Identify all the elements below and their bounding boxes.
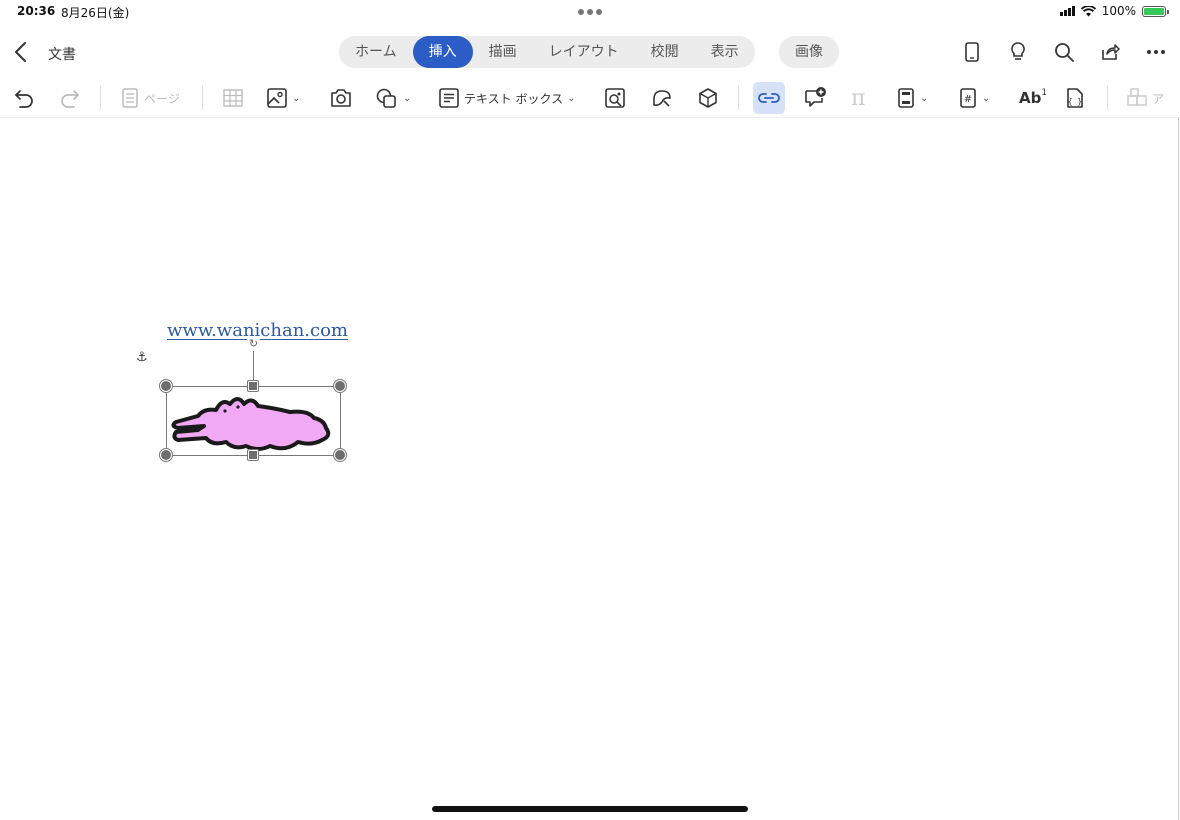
status-bar: 20:36 8月26日(金) 100% [0, 0, 1180, 24]
header-footer-button[interactable]: ⌄ [896, 82, 928, 114]
status-date: 8月26日(金) [61, 6, 130, 20]
document-canvas[interactable]: www.wanichan.com ⚓ ↻ [0, 118, 1180, 820]
wifi-icon [1080, 5, 1096, 16]
tab-review[interactable]: 校閲 [635, 36, 695, 68]
image-selection-frame [166, 386, 341, 456]
picture-icon [267, 88, 287, 108]
resize-handle-top-right[interactable] [334, 380, 346, 392]
mobile-view-icon[interactable] [956, 38, 988, 66]
resize-handle-top-left[interactable] [160, 380, 172, 392]
chevron-down-icon: ⌄ [982, 92, 991, 104]
textbox-icon [439, 88, 459, 108]
multitasking-dots-icon[interactable] [578, 9, 602, 15]
status-time: 20:36 [17, 4, 56, 18]
ribbon-tabs: ホーム 挿入 描画 レイアウト 校閲 表示 [339, 36, 755, 68]
resize-handle-bottom-left[interactable] [160, 449, 172, 461]
tab-picture[interactable]: 画像 [779, 36, 839, 68]
tab-draw[interactable]: 描画 [473, 36, 533, 68]
chevron-down-icon: ⌄ [920, 92, 929, 104]
stock-images-icon[interactable] [604, 82, 628, 114]
page-edge [1178, 118, 1179, 820]
chevron-down-icon: ⌄ [403, 92, 412, 104]
new-comment-icon[interactable] [803, 82, 827, 114]
addins-icon [1127, 88, 1147, 106]
svg-text:{ }: { } [1068, 97, 1082, 106]
lightbulb-icon[interactable] [1002, 38, 1034, 66]
equation-icon: π [851, 85, 866, 111]
chevron-down-icon: ⌄ [567, 92, 576, 104]
textbox-label: テキスト ボックス [464, 91, 564, 106]
back-chevron-icon[interactable] [10, 40, 34, 64]
resize-handle-top[interactable] [248, 381, 258, 391]
rotation-stem [253, 346, 254, 386]
insert-ribbon: ページ ⌄ ⌄ テキスト ボックス ⌄ π ⌄ # ⌄ Ab 1 {} ア [0, 78, 1180, 118]
resize-handle-bottom-right[interactable] [334, 449, 346, 461]
picture-button[interactable]: ⌄ [266, 82, 300, 114]
rotate-handle-icon[interactable]: ↻ [246, 336, 261, 351]
icons-icon[interactable] [650, 82, 674, 114]
page-icon [122, 88, 138, 108]
svg-text:#: # [964, 94, 972, 105]
tab-insert[interactable]: 挿入 [412, 36, 473, 68]
page-number-icon: # [960, 88, 976, 108]
page-number-button[interactable]: # ⌄ [958, 82, 990, 114]
shapes-icon [376, 88, 396, 108]
tab-home[interactable]: ホーム [339, 36, 413, 68]
addins-label: ア [1152, 91, 1165, 106]
tab-layout[interactable]: レイアウト [533, 36, 635, 68]
battery-percent: 100% [1101, 4, 1136, 18]
battery-icon [1142, 5, 1169, 17]
page-button: ページ [120, 82, 180, 114]
chevron-down-icon: ⌄ [292, 92, 301, 104]
addins-button: ア [1126, 82, 1164, 114]
share-icon[interactable] [1094, 38, 1126, 66]
field-icon[interactable]: { } [1064, 82, 1086, 114]
page-label: ページ [144, 91, 180, 106]
wordart-icon[interactable]: Ab 1 [1019, 82, 1047, 114]
camera-icon[interactable] [329, 82, 353, 114]
home-indicator[interactable] [432, 806, 748, 812]
cellular-signal-icon [1059, 6, 1075, 16]
resize-handle-bottom[interactable] [248, 450, 258, 460]
undo-icon[interactable] [12, 82, 36, 114]
table-icon [222, 82, 244, 114]
title-bar: 文書 ホーム 挿入 描画 レイアウト 校閲 表示 画像 [0, 32, 1180, 72]
header-footer-icon [898, 88, 914, 108]
textbox-button[interactable]: テキスト ボックス ⌄ [438, 82, 576, 114]
3d-model-icon[interactable] [697, 82, 719, 114]
more-icon[interactable] [1140, 38, 1172, 66]
shapes-button[interactable]: ⌄ [375, 82, 411, 114]
tab-view[interactable]: 表示 [695, 36, 755, 68]
search-icon[interactable] [1048, 38, 1080, 66]
redo-icon [58, 82, 82, 114]
anchor-icon: ⚓ [136, 350, 148, 365]
link-icon[interactable] [753, 82, 785, 114]
document-title[interactable]: 文書 [48, 44, 76, 64]
